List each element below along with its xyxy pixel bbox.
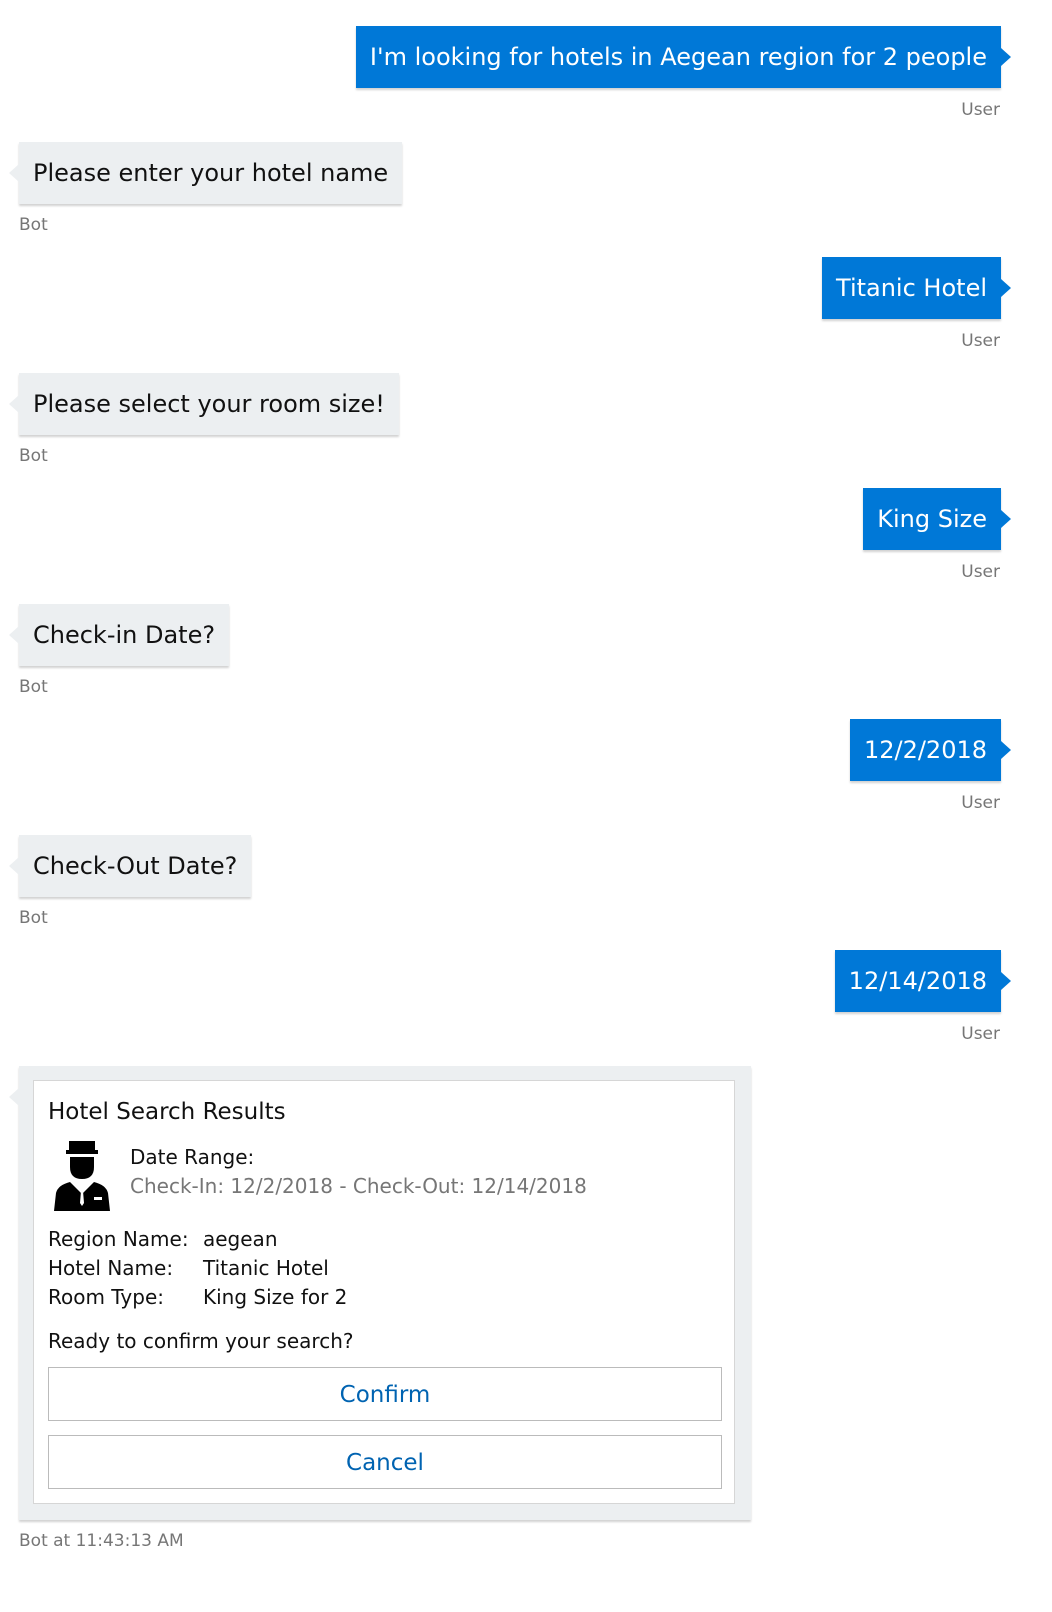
message-text: Check-Out Date? — [33, 852, 238, 880]
message-sender-label: Bot — [19, 446, 48, 466]
bot-message-bubble: Check-in Date? — [8, 604, 230, 666]
message-text: 12/2/2018 — [863, 736, 987, 764]
fact-set: Region Name: aegean Hotel Name: Titanic … — [48, 1225, 347, 1312]
fact-key: Hotel Name: — [48, 1256, 174, 1280]
bot-card-message: Hotel Search Results Date Range: Check-I… — [9, 1066, 751, 1520]
message-sender-label: User — [961, 100, 1000, 120]
cancel-button[interactable]: Cancel — [48, 1435, 722, 1489]
confirm-button[interactable]: Confirm — [48, 1367, 722, 1421]
user-message-bubble: Titanic Hotel — [822, 257, 1011, 319]
message-sender-label: User — [961, 793, 1000, 813]
message-text: I'm looking for hotels in Aegean region … — [369, 43, 987, 71]
hotel-search-results-card: Hotel Search Results Date Range: Check-I… — [33, 1080, 735, 1504]
user-message-bubble: 12/14/2018 — [834, 950, 1012, 1012]
card-title: Hotel Search Results — [48, 1099, 286, 1125]
message-sender-label: Bot — [19, 908, 48, 928]
message-sender-label: Bot — [19, 677, 48, 697]
date-range-label: Date Range: — [130, 1145, 255, 1169]
message-text: 12/14/2018 — [848, 967, 987, 995]
fact-row: Room Type: King Size for 2 — [48, 1283, 347, 1312]
message-sender-label: User — [961, 562, 1000, 582]
bot-message-bubble: Please select your room size! — [9, 373, 399, 435]
date-range-value: Check-In: 12/2/2018 - Check-Out: 12/14/2… — [130, 1174, 587, 1198]
card-timestamp: Bot at 11:43:13 AM — [19, 1531, 184, 1551]
bot-message-bubble: Check-Out Date? — [8, 835, 252, 897]
message-text: Please enter your hotel name — [33, 159, 389, 187]
message-text: Check-in Date? — [33, 621, 216, 649]
message-sender-label: User — [961, 331, 1000, 351]
fact-value: Titanic Hotel — [203, 1256, 329, 1280]
fact-value: King Size for 2 — [203, 1285, 348, 1309]
message-text: Please select your room size! — [33, 390, 385, 418]
user-message-bubble: 12/2/2018 — [849, 719, 1012, 781]
user-message-bubble: King Size — [863, 488, 1011, 550]
user-message-bubble: I'm looking for hotels in Aegean region … — [355, 26, 1012, 88]
fact-row: Region Name: aegean — [48, 1225, 347, 1254]
message-sender-label: Bot — [19, 215, 48, 235]
confirm-question: Ready to confirm your search? — [48, 1329, 354, 1353]
fact-key: Region Name: — [48, 1227, 189, 1251]
concierge-icon — [54, 1141, 110, 1211]
message-text: Titanic Hotel — [836, 274, 987, 302]
fact-row: Hotel Name: Titanic Hotel — [48, 1254, 347, 1283]
bot-message-bubble: Please enter your hotel name — [8, 142, 403, 204]
message-text: King Size — [877, 505, 987, 533]
fact-value: aegean — [203, 1227, 278, 1251]
fact-key: Room Type: — [48, 1285, 164, 1309]
message-sender-label: User — [961, 1024, 1000, 1044]
